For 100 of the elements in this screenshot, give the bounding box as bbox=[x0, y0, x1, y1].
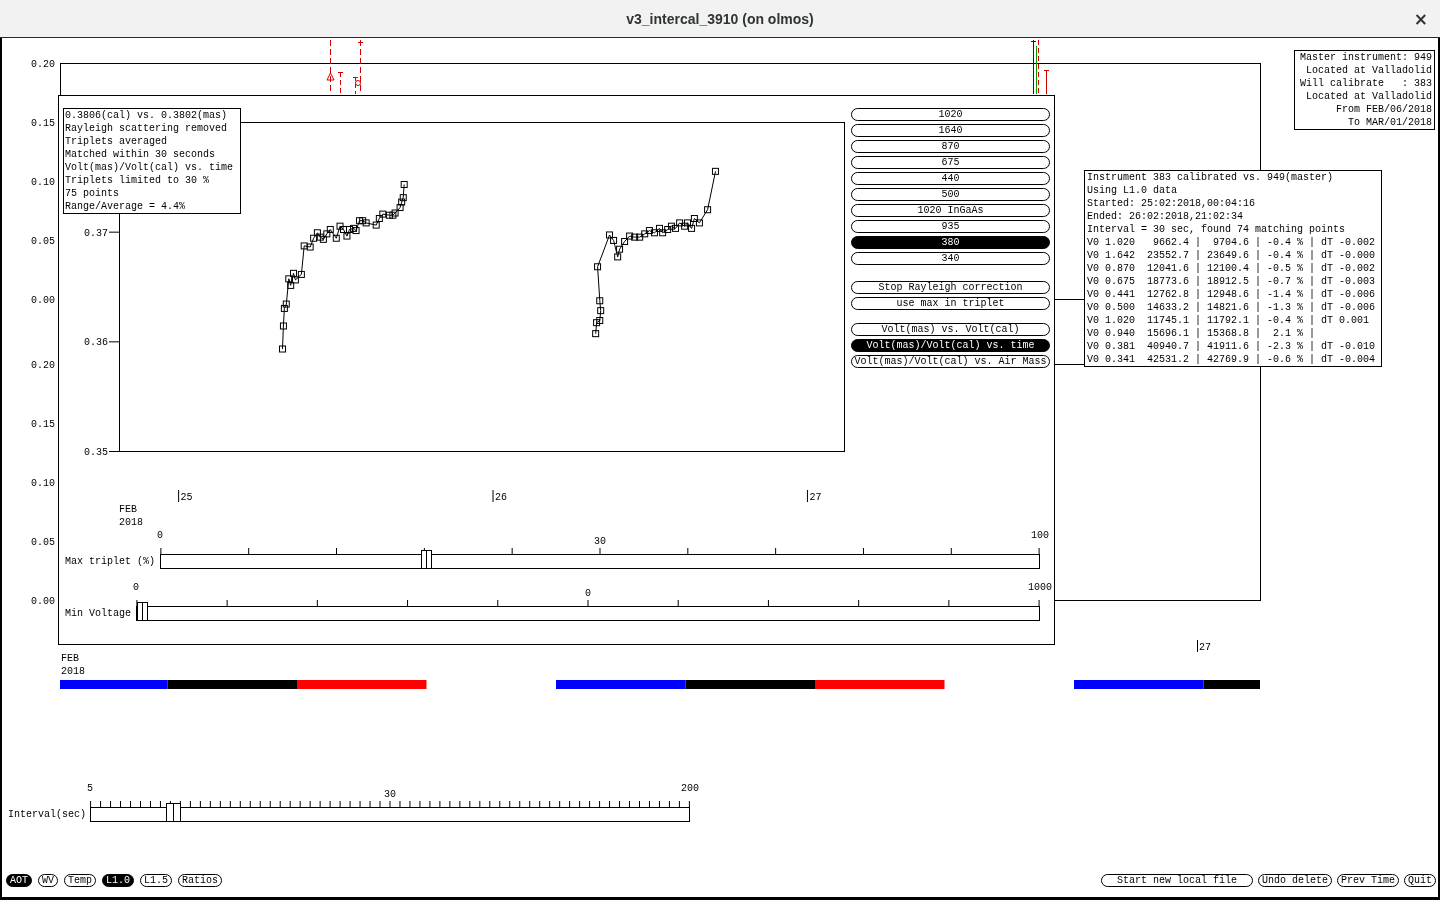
wavelength-button[interactable]: 935 bbox=[851, 220, 1050, 233]
scale-max-label: 1000 bbox=[1028, 582, 1052, 594]
info-line: Rayleigh scattering removed bbox=[65, 122, 229, 135]
result-line: V0 1.642 23552.7 | 23649.6 | -0.4 % | dT -0.000 bbox=[1087, 249, 1377, 262]
info-line: Triplets averaged bbox=[65, 135, 169, 148]
axis-label: 0.37 bbox=[84, 227, 108, 239]
option-button[interactable]: Stop Rayleigh correction bbox=[851, 281, 1050, 294]
option-button[interactable]: use max in triplet bbox=[851, 297, 1050, 310]
axis-label: 0.00 bbox=[31, 295, 55, 306]
slider-value: 0 bbox=[585, 588, 591, 600]
axis-label: 0.05 bbox=[31, 537, 55, 548]
data-level-button[interactable]: Ratios bbox=[178, 874, 223, 887]
info-line: Triplets limited to 30 % bbox=[65, 174, 211, 187]
info-line: Instrument 383 calibrated vs. 949(master) bbox=[1087, 171, 1335, 184]
info-line: Started: 25:02:2018,00:04:16 bbox=[1087, 197, 1257, 210]
data-point bbox=[704, 206, 712, 214]
axis-label: 27 bbox=[1199, 642, 1211, 653]
data-level-button[interactable]: WV bbox=[38, 874, 59, 887]
slider-value: 30 bbox=[594, 536, 606, 548]
plot-mode-button[interactable]: Volt(mas) vs. Volt(cal) bbox=[851, 323, 1050, 336]
window-title: v3_intercal_3910 (on olmos) bbox=[626, 10, 814, 27]
date-label: FEB 2018 bbox=[61, 652, 86, 678]
info-line: Range/Average = 4.4% bbox=[65, 200, 187, 213]
result-line: V0 0.500 14633.2 | 14821.6 | -1.3 % | dT -0.006 bbox=[1087, 301, 1377, 314]
info-line: Matched within 30 seconds bbox=[65, 148, 217, 161]
scale-min-label: 0 bbox=[157, 530, 163, 542]
data-point bbox=[279, 345, 286, 353]
scale-min-label: 5 bbox=[87, 783, 93, 795]
wavelength-button[interactable]: 440 bbox=[851, 172, 1050, 185]
plot-mode-button[interactable]: Volt(mas)/Volt(cal) vs. time bbox=[851, 339, 1050, 352]
axis-label: 0.15 bbox=[31, 118, 55, 129]
action-button[interactable]: Start new local file bbox=[1100, 874, 1253, 887]
data-point bbox=[596, 297, 604, 305]
scale-max-label: 200 bbox=[681, 783, 699, 795]
action-button[interactable]: Undo delete bbox=[1257, 874, 1332, 887]
wavelength-button[interactable]: 380 bbox=[851, 236, 1050, 249]
axis-label: 0.20 bbox=[31, 59, 55, 70]
info-line: Ended: 26:02:2018,21:02:34 bbox=[1087, 210, 1245, 223]
data-level-button[interactable]: L1.5 bbox=[140, 874, 173, 887]
wavelength-button[interactable]: 1640 bbox=[851, 124, 1050, 137]
info-line: 0.3806(cal) vs. 0.3802(mas) bbox=[65, 109, 229, 122]
info-line: From FEB/06/2018 bbox=[1335, 103, 1432, 116]
scale-max-label: 100 bbox=[1031, 530, 1049, 542]
result-line: V0 1.020 9662.4 | 9704.6 | -0.4 % | dT -0.002 bbox=[1087, 236, 1377, 249]
axis-label: 25 bbox=[180, 492, 193, 503]
action-button[interactable]: Prev Time bbox=[1336, 874, 1399, 887]
result-line: V0 0.341 42531.2 | 42769.9 | -0.6 % | dT -0.004 bbox=[1087, 353, 1377, 366]
slider-thumb[interactable] bbox=[165, 803, 181, 822]
info-line: 75 points bbox=[65, 187, 120, 200]
axis-label: 0.35 bbox=[84, 447, 108, 458]
info-line: Using L1.0 data bbox=[1087, 184, 1178, 197]
info-line: Master instrument: 949 bbox=[1298, 51, 1432, 64]
axis-label: 0.10 bbox=[31, 177, 55, 188]
data-level-button[interactable]: AOT bbox=[6, 874, 32, 887]
slider-label: Interval(sec) bbox=[8, 808, 86, 822]
slider-thumb[interactable] bbox=[421, 550, 433, 569]
data-point bbox=[400, 181, 408, 188]
slider-value: 30 bbox=[384, 789, 396, 801]
info-line: Located at Valladolid bbox=[1304, 64, 1432, 77]
axis-label: 0.20 bbox=[31, 360, 55, 371]
wavelength-button[interactable]: 870 bbox=[851, 140, 1050, 153]
result-line: V0 0.441 12762.8 | 12948.6 | -1.4 % | dT -0.006 bbox=[1087, 288, 1377, 301]
axis-label: 0.10 bbox=[31, 478, 55, 489]
result-line: V0 1.020 11745.1 | 11792.1 | -0.4 % | dT 0.001 bbox=[1087, 314, 1371, 327]
result-line: V0 0.870 12041.6 | 12100.4 | -0.5 % | dT -0.002 bbox=[1087, 262, 1377, 275]
info-line: Volt(mas)/Volt(cal) vs. time bbox=[65, 161, 235, 174]
wavelength-button[interactable]: 675 bbox=[851, 156, 1050, 169]
result-line: V0 0.381 40940.7 | 41911.6 | -2.3 % | dT -0.010 bbox=[1087, 340, 1377, 353]
axis-title: FEB 2018 bbox=[119, 503, 144, 529]
slider-label: Min Voltage bbox=[65, 607, 131, 621]
axis-label: 0.05 bbox=[31, 236, 55, 247]
info-line: To MAR/01/2018 bbox=[1347, 116, 1432, 129]
info-line: Will calibrate : 383 bbox=[1298, 77, 1432, 90]
data-point bbox=[592, 330, 600, 338]
info-line: Located at Valladolid bbox=[1304, 90, 1432, 103]
close-button[interactable]: × bbox=[1410, 8, 1431, 29]
wavelength-button[interactable]: 1020 InGaAs bbox=[851, 204, 1050, 217]
data-level-button[interactable]: L1.0 bbox=[102, 874, 135, 887]
axis-label: 0.36 bbox=[84, 337, 108, 349]
axis-label: 27 bbox=[809, 492, 822, 503]
data-point bbox=[279, 322, 287, 330]
slider-thumb[interactable] bbox=[137, 602, 148, 621]
action-button[interactable]: Quit bbox=[1404, 874, 1436, 887]
data-level-button[interactable]: Temp bbox=[64, 874, 97, 887]
data-point bbox=[711, 167, 719, 175]
data-point bbox=[594, 263, 602, 271]
wavelength-button[interactable]: 1020 bbox=[851, 108, 1050, 121]
slider-label: Max triplet (%) bbox=[65, 555, 155, 569]
scale-min-label: 0 bbox=[133, 582, 139, 594]
axis-label: 0.00 bbox=[31, 596, 55, 607]
wavelength-button[interactable]: 340 bbox=[851, 252, 1050, 265]
plot-mode-button[interactable]: Volt(mas)/Volt(cal) vs. Air Mass bbox=[851, 355, 1050, 368]
result-line: V0 0.675 18773.6 | 18912.5 | -0.7 % | dT -0.003 bbox=[1087, 275, 1377, 288]
wavelength-button[interactable]: 500 bbox=[851, 188, 1050, 201]
error-bars bbox=[1030, 39, 1050, 95]
axis-label: 0.15 bbox=[31, 419, 55, 430]
result-line: V0 0.940 15696.1 | 15368.8 | 2.1 % | bbox=[1087, 327, 1317, 340]
axis-label: 26 bbox=[495, 492, 508, 503]
data-point bbox=[597, 307, 605, 315]
error-bars bbox=[326, 39, 364, 95]
